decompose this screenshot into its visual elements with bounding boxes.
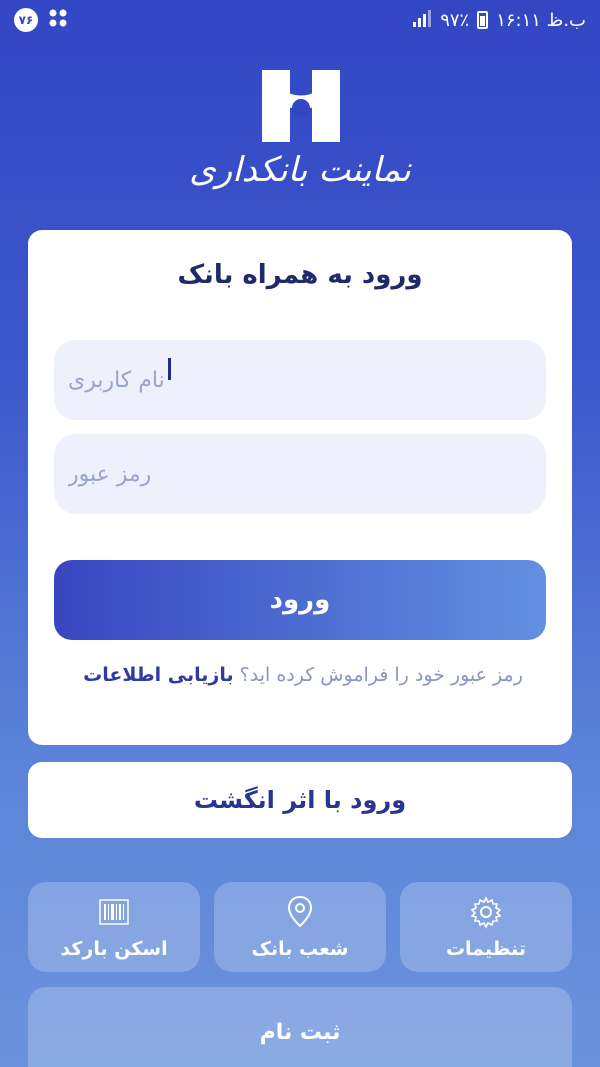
status-bar: ۷۶ ۹۷٪ ب.ظ ۱۶:۱۱ xyxy=(0,0,600,40)
forgot-password-prompt: رمز عبور خود را فراموش کرده اید؟ xyxy=(239,664,523,686)
login-title: ورود به همراه بانک xyxy=(177,260,423,290)
battery-percent: ۹۷٪ xyxy=(440,9,470,31)
settings-tile[interactable]: تنظیمات xyxy=(400,882,572,972)
barcode-scan-label: اسکن بارکد xyxy=(60,938,168,960)
apps-grid-icon xyxy=(48,8,68,33)
status-bar-right: ۹۷٪ ب.ظ ۱۶:۱۱ xyxy=(412,9,586,32)
settings-label: تنظیمات xyxy=(445,938,527,960)
text-cursor xyxy=(168,358,171,380)
signal-icon xyxy=(412,9,432,32)
barcode-icon xyxy=(99,899,129,925)
login-card: ورود به همراه بانک ورود رمز عبور خود را … xyxy=(28,230,572,745)
bank-branches-tile[interactable]: شعب بانک xyxy=(214,882,386,972)
gear-icon xyxy=(470,896,502,929)
forgot-password-row: رمز عبور خود را فراموش کرده اید؟ بازیابی… xyxy=(28,664,572,686)
location-pin-icon xyxy=(287,895,313,928)
barcode-scan-tile[interactable]: اسکن بارکد xyxy=(28,882,200,972)
clock: ب.ظ ۱۶:۱۱ xyxy=(496,9,586,31)
login-button[interactable]: ورود xyxy=(54,560,546,640)
fingerprint-login-button[interactable]: ورود با اثر انگشت xyxy=(28,762,572,838)
register-label: ثبت نام xyxy=(259,1019,341,1045)
bank-branches-label: شعب بانک xyxy=(251,938,349,960)
register-tile[interactable]: ثبت نام xyxy=(28,987,572,1067)
username-field[interactable] xyxy=(54,340,546,420)
password-field[interactable] xyxy=(54,434,546,514)
brand-name: نماینت بانکداری xyxy=(189,150,411,190)
battery-icon xyxy=(477,11,489,29)
notification-badge: ۷۶ xyxy=(14,8,38,32)
recover-account-link[interactable]: بازیابی اطلاعات xyxy=(83,664,234,686)
status-bar-left: ۷۶ xyxy=(14,8,68,33)
